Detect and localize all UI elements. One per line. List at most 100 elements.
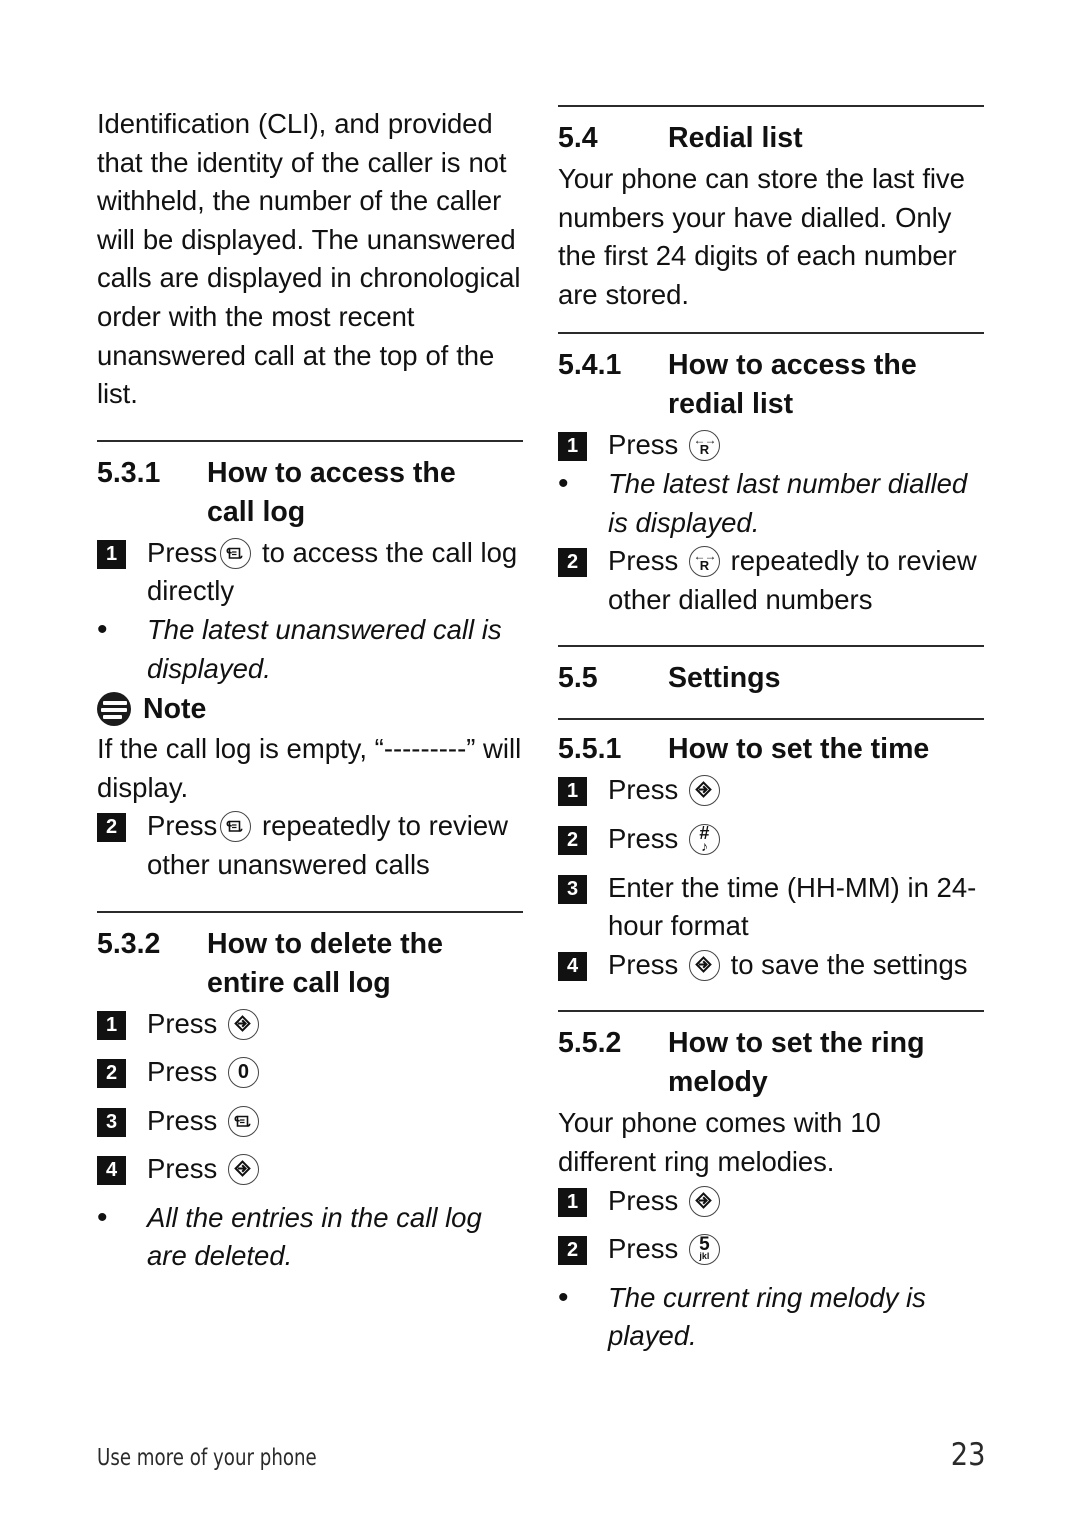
heading-number: 5.3.1 — [97, 456, 161, 489]
step-badge: 2 — [97, 813, 126, 843]
bullet-dot: • — [97, 612, 108, 646]
note-body: If the call log is empty, “---------” wi… — [97, 733, 522, 803]
step-item: 2 Press ←→ R repeatedly to review other d… — [558, 542, 984, 619]
key-hash-icon: # ♪ — [688, 823, 720, 855]
step-text: Press to access the call log directly — [147, 536, 518, 607]
menu-ok-key-icon — [688, 949, 720, 981]
page-footer: Use more of your phone 23 — [97, 1437, 985, 1473]
bullet-item: • The latest unanswered call is displaye… — [97, 611, 523, 688]
section-divider — [97, 910, 523, 913]
step-item: 2 Press # ♪ — [558, 820, 984, 859]
bullet-item: • The current ring melody is played. — [558, 1279, 984, 1356]
heading-5-4: 5.4 Redial list — [558, 119, 984, 158]
menu-ok-key-icon — [227, 1154, 259, 1186]
heading-5-5-2: 5.5.2 How to set the ring melody — [558, 1024, 984, 1102]
section-divider — [97, 439, 523, 442]
step-text: Press — [608, 771, 984, 810]
step-badge: 4 — [97, 1156, 126, 1186]
step-badge: 1 — [558, 432, 587, 462]
heading-number: 5.4.1 — [558, 349, 622, 382]
step-badge: 4 — [558, 951, 587, 981]
bullet-text: All the entries in the call log are dele… — [147, 1201, 482, 1272]
note-icon — [97, 692, 131, 727]
step-item: 4 Press to save the settings — [558, 946, 984, 985]
right-column: 5.4 Redial list Your phone can store the… — [558, 105, 984, 1356]
step-badge: 1 — [97, 1010, 126, 1040]
heading-text: How to set the ring melody — [668, 1027, 925, 1099]
bullet-text: The current ring melody is played. — [608, 1281, 926, 1352]
call-log-key-icon — [220, 811, 252, 843]
step-text: Press — [147, 1102, 523, 1141]
bullet-dot: • — [97, 1200, 108, 1234]
footer-chapter-label: Use more of your phone — [97, 1445, 317, 1471]
step-item: 1 Press to access the call log directly — [97, 534, 523, 611]
step-text: Press — [147, 1150, 523, 1189]
note-header: Note — [97, 688, 523, 730]
menu-ok-key-icon — [227, 1008, 259, 1040]
key-0-icon: 0 — [227, 1057, 259, 1089]
heading-5-5-1: 5.5.1 How to set the time — [558, 730, 984, 769]
section-divider — [558, 332, 984, 335]
two-column-layout: Identification (CLI), and provided that … — [97, 105, 985, 1356]
step-badge: 2 — [558, 548, 587, 578]
redial-r-key-icon: ←→ R — [688, 546, 720, 578]
step-badge: 1 — [97, 539, 126, 569]
section-divider — [558, 645, 984, 648]
step-text: Press ←→ R repeatedly to review other dia… — [608, 545, 977, 615]
bullet-item: • All the entries in the call log are de… — [97, 1199, 523, 1276]
step-text: Press 5 jkl — [608, 1230, 984, 1269]
bullet-text: The latest last number dialled is displa… — [608, 467, 968, 538]
step-item: 1 Press — [558, 771, 984, 810]
heading-text: Redial list — [668, 122, 803, 154]
step-badge: 3 — [558, 874, 587, 904]
page-number: 23 — [950, 1437, 985, 1473]
heading-text: How to delete the entire call log — [207, 927, 443, 999]
step-item: 4 Press — [97, 1150, 523, 1189]
bullet-dot: • — [558, 466, 569, 500]
redial-letter: R — [699, 558, 710, 574]
heading-5-4-1: 5.4.1 How to access the redial list — [558, 346, 984, 424]
step-badge: 3 — [97, 1107, 126, 1137]
step-item: 2 Press repeatedly to review other unans… — [97, 807, 523, 884]
intro-paragraph: Identification (CLI), and provided that … — [97, 108, 521, 410]
step-badge: 1 — [558, 1187, 587, 1217]
step-badge: 2 — [558, 1236, 587, 1266]
heading-number: 5.5.1 — [558, 733, 622, 766]
left-column: Identification (CLI), and provided that … — [97, 105, 523, 1356]
note-title: Note — [143, 693, 207, 726]
step-badge: 2 — [558, 825, 587, 855]
step-item: 3 Enter the time (HH-MM) in 24-hour form… — [558, 869, 984, 946]
step-text: Press to save the settings — [608, 948, 968, 981]
heading-text: How to access the call log — [207, 456, 456, 528]
heading-number: 5.3.2 — [97, 927, 161, 960]
bullet-item: • The latest last number dialled is disp… — [558, 465, 984, 542]
step-item: 1 Press — [558, 1182, 984, 1221]
section-divider — [558, 105, 984, 107]
step-text: Press — [147, 1005, 523, 1044]
heading-5-5: 5.5 Settings — [558, 659, 984, 698]
step-badge: 2 — [97, 1059, 126, 1089]
heading-number: 5.4 — [558, 122, 598, 154]
step-item: 2 Press 0 — [97, 1053, 523, 1092]
step-item: 1 Press ←→ R — [558, 426, 984, 465]
heading-number: 5.5.2 — [558, 1027, 622, 1060]
section-body: Your phone can store the last five numbe… — [558, 163, 965, 310]
manual-page: Identification (CLI), and provided that … — [0, 0, 1080, 1527]
bullet-dot: • — [558, 1280, 569, 1314]
menu-ok-key-icon — [688, 1185, 720, 1217]
step-text: Press ←→ R — [608, 426, 984, 465]
bullet-text: The latest unanswered call is displayed. — [147, 613, 502, 684]
heading-text: How to set the time — [668, 733, 930, 766]
key-5-jkl-icon: 5 jkl — [688, 1234, 720, 1266]
step-text: Enter the time (HH-MM) in 24-hour format — [608, 871, 977, 942]
step-text: Press 0 — [147, 1053, 523, 1092]
step-text: Press # ♪ — [608, 820, 984, 859]
heading-5-3-2: 5.3.2 How to delete the entire call log — [97, 925, 523, 1003]
redial-r-key-icon: ←→ R — [688, 430, 720, 462]
heading-text: Settings — [668, 662, 781, 695]
step-text: Press — [608, 1182, 984, 1221]
heading-text: How to access the redial list — [668, 349, 917, 421]
section-body: Your phone comes with 10 different ring … — [558, 1107, 881, 1177]
menu-ok-key-icon — [688, 775, 720, 807]
step-item: 3 Press — [97, 1102, 523, 1141]
